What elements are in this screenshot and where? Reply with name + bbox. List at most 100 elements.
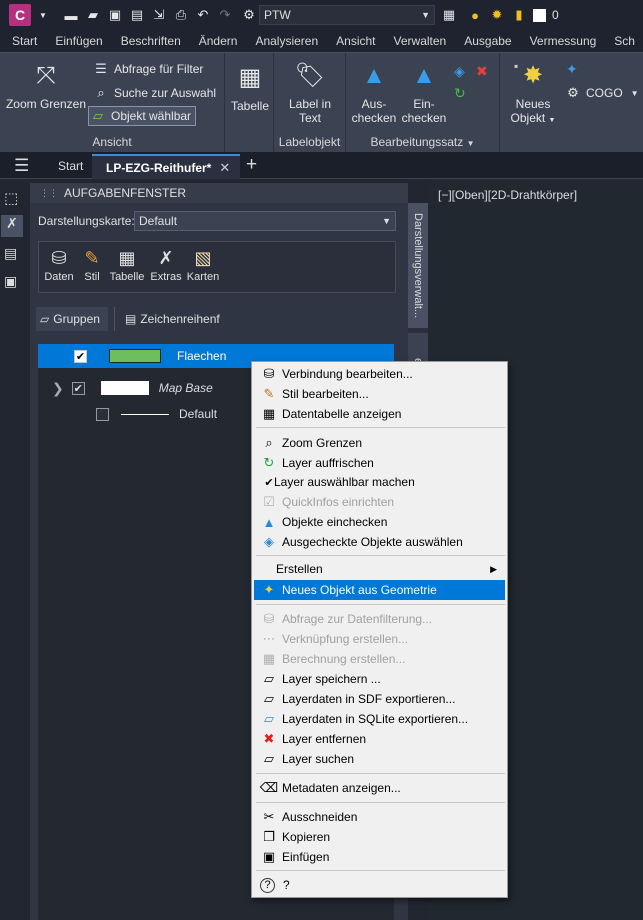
file-tab-active[interactable]: LP-EZG-Reithufer* ✕ bbox=[92, 154, 240, 179]
zeichenreihenfolge-button[interactable]: ▤ Zeichenreihenf bbox=[114, 307, 220, 331]
grip-icon[interactable]: ⋮⋮ bbox=[40, 188, 58, 199]
tab-ansicht[interactable]: Ansicht bbox=[327, 34, 384, 48]
color-swatch-icon[interactable] bbox=[533, 8, 546, 22]
menu-objekte-einchecken[interactable]: ▲ Objekte einchecken bbox=[254, 512, 505, 532]
wrench-icon: ✗ bbox=[158, 248, 174, 268]
document-icon[interactable]: ▤ bbox=[4, 245, 17, 262]
visibility-checkbox[interactable]: ✔ bbox=[71, 381, 85, 395]
database-icon: ⛁ bbox=[51, 248, 67, 268]
menu-erstellen[interactable]: Erstellen ▶ bbox=[254, 559, 505, 579]
refresh-checkout-icon[interactable]: ↻ bbox=[454, 85, 466, 102]
suche-auswahl-button[interactable]: ⌕ Suche zur Auswahl bbox=[92, 83, 216, 103]
tools-icon[interactable]: ✗ bbox=[1, 215, 23, 237]
gruppen-label: Gruppen bbox=[53, 312, 100, 326]
menu-layer-auffrischen[interactable]: ↻ Layer auffrischen bbox=[254, 453, 505, 473]
menu-layer-speichern[interactable]: ▱ Layer speichern ... bbox=[254, 669, 505, 689]
menu-verbindung-bearbeiten[interactable]: ⛁ Verbindung bearbeiten... bbox=[254, 364, 505, 384]
new-file-icon[interactable]: ▬ bbox=[63, 7, 79, 23]
save-icon[interactable]: ▣ bbox=[107, 7, 123, 23]
label-in-text-button[interactable]: 🏷 Label in Text bbox=[278, 59, 342, 126]
menu-separator bbox=[256, 870, 505, 871]
new-object-icon: ✸ bbox=[522, 62, 544, 89]
select-checked-icon[interactable]: ◈ bbox=[454, 63, 465, 80]
layer-properties-icon[interactable]: ▦ bbox=[441, 7, 457, 23]
chevron-down-icon[interactable]: ❯ bbox=[52, 380, 64, 397]
menu-kopieren[interactable]: ❐ Kopieren bbox=[254, 827, 505, 847]
new-tab-button[interactable]: + bbox=[246, 154, 257, 176]
karten-tool[interactable]: ▧ Karten bbox=[185, 248, 221, 283]
abfrage-filter-button[interactable]: ☰ Abfrage für Filter bbox=[92, 59, 203, 79]
menu-label: Layer auffrischen bbox=[282, 456, 374, 470]
menu-help[interactable]: ?? bbox=[254, 875, 505, 895]
menu-sqlite-exportieren[interactable]: ▱ Layerdaten in SQLite exportieren... bbox=[254, 709, 505, 729]
tab-aendern[interactable]: Ändern bbox=[190, 34, 247, 48]
zoom-grenzen-button[interactable]: ⤧ Zoom Grenzen bbox=[4, 59, 88, 112]
menu-layer-entfernen[interactable]: ✖ Layer entfernen bbox=[254, 729, 505, 749]
einchecken-button[interactable]: ▲ Ein- checken bbox=[400, 59, 448, 126]
tab-darstellungsverwaltung[interactable]: Darstellungsverwalt... bbox=[408, 203, 428, 328]
clipboard-icon[interactable]: ▣ bbox=[4, 273, 17, 290]
tab-vermessung[interactable]: Vermessung bbox=[521, 34, 606, 48]
chevron-down-icon[interactable]: ▼ bbox=[467, 139, 475, 148]
workspace-select[interactable]: PTW ▼ bbox=[259, 5, 435, 25]
tab-beschriften[interactable]: Beschriften bbox=[112, 34, 190, 48]
objekt-waehlbar-button[interactable]: ▱ Objekt wählbar bbox=[88, 106, 197, 126]
menu-layer-auswaehlbar[interactable]: ✔ Layer auswählbar machen bbox=[254, 472, 505, 492]
application-menu-button[interactable]: C bbox=[9, 4, 31, 26]
visibility-checkbox[interactable] bbox=[96, 407, 109, 421]
lock-icon[interactable]: ▮ bbox=[511, 7, 527, 23]
delete-icon: ✖ bbox=[263, 731, 275, 746]
menu-neues-objekt-geometrie[interactable]: ✦ Neues Objekt aus Geometrie bbox=[254, 580, 505, 600]
print-icon[interactable]: ⎙ bbox=[173, 7, 189, 23]
menu-ausgecheckte-auswaehlen[interactable]: ◈ Ausgecheckte Objekte auswählen bbox=[254, 532, 505, 552]
map-base-swatch bbox=[100, 381, 149, 395]
tab-start[interactable]: Start bbox=[0, 34, 46, 48]
cogo-button[interactable]: ⚙ COGO ▼ bbox=[564, 83, 638, 103]
darstellungskarte-select[interactable]: Default ▼ bbox=[134, 211, 396, 231]
extras-tool[interactable]: ✗ Extras bbox=[149, 248, 183, 283]
workspace-gear-icon: ⚙ bbox=[243, 7, 255, 22]
visibility-checkbox[interactable]: ✔ bbox=[74, 349, 87, 363]
search-database-icon: ⌕ bbox=[97, 85, 105, 100]
viewport-controls[interactable]: [−][Oben][2D-Drahtkörper] bbox=[438, 188, 577, 202]
file-tab-start[interactable]: Start bbox=[58, 159, 83, 173]
tabelle-button[interactable]: ▦ Tabelle bbox=[228, 61, 272, 114]
tab-einfuegen[interactable]: Einfügen bbox=[46, 34, 111, 48]
menu-datentabelle[interactable]: ▦ Datentabelle anzeigen bbox=[254, 404, 505, 424]
menu-zoom-grenzen[interactable]: ⌕ Zoom Grenzen bbox=[254, 433, 505, 453]
neues-objekt-button[interactable]: ✸ Neues Objekt ▼ bbox=[508, 59, 558, 128]
menu-ausschneiden[interactable]: ✂ Ausschneiden bbox=[254, 807, 505, 827]
gruppen-button[interactable]: ▱ Gruppen bbox=[36, 307, 108, 331]
menu-einfuegen[interactable]: ▣ Einfügen bbox=[254, 847, 505, 867]
daten-tool[interactable]: ⛁ Daten bbox=[43, 248, 75, 283]
menu-verknuepfung: ⋯ Verknüpfung erstellen... bbox=[254, 629, 505, 649]
undo-icon[interactable]: ↶ bbox=[195, 7, 211, 23]
pane-tool-icon[interactable]: ⬚ bbox=[4, 189, 18, 207]
draw-order-icon: ▤ bbox=[125, 312, 137, 326]
redo-icon[interactable]: ↷ bbox=[217, 7, 233, 23]
menu-layer-suchen[interactable]: ▱ Layer suchen bbox=[254, 749, 505, 769]
export-icon[interactable]: ⇲ bbox=[151, 7, 167, 23]
auschecken-button[interactable]: ▲ Aus- checken bbox=[350, 59, 398, 126]
menu-sdf-exportieren[interactable]: ▱ Layerdaten in SDF exportieren... bbox=[254, 689, 505, 709]
hamburger-menu-icon[interactable]: ☰ bbox=[14, 156, 29, 176]
cancel-checkout-icon[interactable]: ✖ bbox=[476, 63, 488, 80]
new-feature-icon[interactable]: ✦ bbox=[566, 61, 578, 78]
menu-metadaten[interactable]: ⌫ Metadaten anzeigen... bbox=[254, 778, 505, 798]
chevron-down-icon[interactable]: ▼ bbox=[35, 7, 51, 23]
tabelle-tool[interactable]: ▦ Tabelle bbox=[107, 248, 147, 283]
open-folder-icon[interactable]: ▰ bbox=[85, 7, 101, 23]
close-icon[interactable]: ✕ bbox=[219, 160, 230, 176]
sun-icon[interactable]: ✹ bbox=[489, 7, 505, 23]
menu-stil-bearbeiten[interactable]: ✎ Stil bearbeiten... bbox=[254, 384, 505, 404]
tab-analysieren[interactable]: Analysieren bbox=[246, 34, 327, 48]
chevron-down-icon: ▼ bbox=[548, 117, 556, 124]
stil-tool[interactable]: ✎ Stil bbox=[79, 248, 105, 283]
lightbulb-icon[interactable]: ● bbox=[467, 7, 483, 23]
layer-value[interactable]: 0 bbox=[552, 8, 559, 22]
tab-ausgabe[interactable]: Ausgabe bbox=[455, 34, 520, 48]
tree-row-default-label: Default bbox=[179, 407, 218, 421]
tab-verwalten[interactable]: Verwalten bbox=[385, 34, 456, 48]
tab-more[interactable]: Sch bbox=[605, 34, 643, 48]
save-as-icon[interactable]: ▤ bbox=[129, 7, 145, 23]
